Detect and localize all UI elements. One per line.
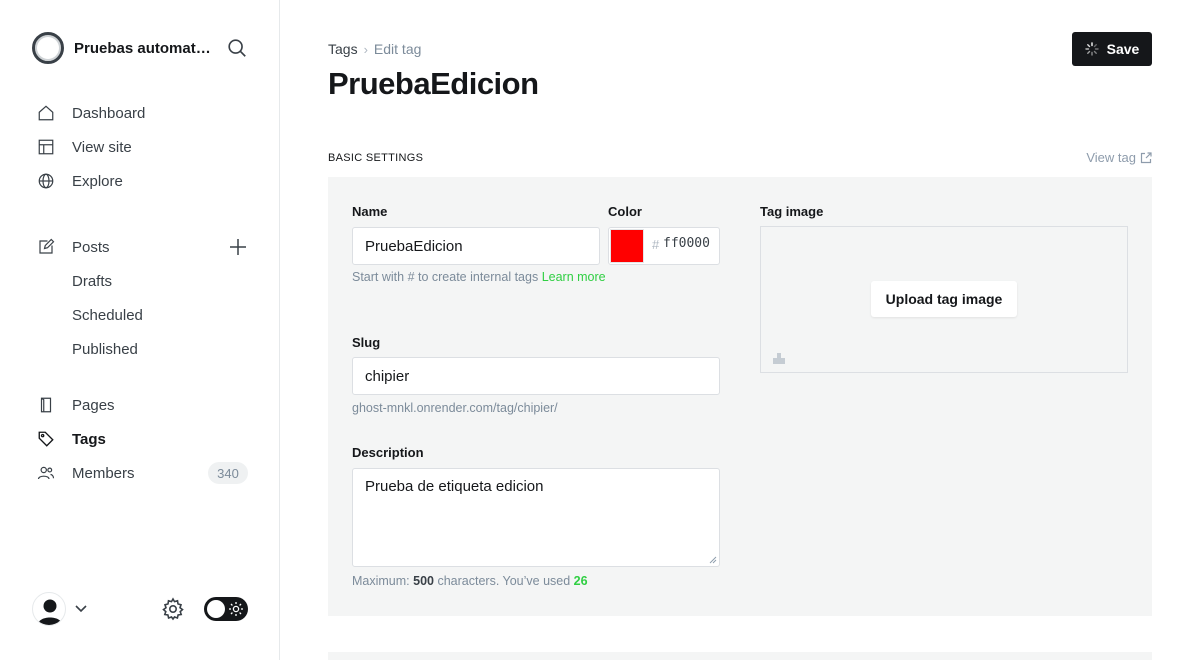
site-header: Pruebas automatizadas	[32, 32, 248, 64]
color-swatch[interactable]	[610, 229, 644, 263]
description-label: Description	[352, 445, 424, 460]
members-icon	[36, 463, 56, 483]
next-settings-panel	[328, 652, 1152, 660]
learn-more-link[interactable]: Learn more	[542, 270, 606, 284]
description-value: Prueba de etiqueta edicion	[365, 478, 544, 495]
color-value[interactable]: ff0000	[663, 236, 710, 251]
name-label: Name	[352, 204, 388, 219]
search-icon[interactable]	[226, 37, 248, 59]
resize-handle-icon[interactable]	[709, 556, 717, 564]
nav-item-scheduled[interactable]: Scheduled	[32, 298, 248, 332]
globe-icon	[36, 171, 56, 191]
tag-image-dropzone[interactable]: Upload tag image	[760, 226, 1128, 373]
gear-icon[interactable]	[161, 597, 185, 621]
color-hash: #	[652, 237, 660, 252]
tag-icon	[36, 429, 56, 449]
nav-label-dashboard: Dashboard	[72, 104, 146, 122]
breadcrumb-separator: ›	[363, 41, 368, 57]
nav-manage: Pages Tags Members 340	[32, 388, 248, 490]
external-link-icon	[1140, 151, 1152, 163]
slug-label: Slug	[352, 335, 381, 350]
toggle-knob	[207, 600, 225, 618]
breadcrumb: Tags › Edit tag	[328, 41, 421, 57]
page-icon	[36, 395, 56, 415]
nav-main: Dashboard View site Explore	[32, 96, 248, 198]
nav-content: Posts Drafts Scheduled Published	[32, 230, 248, 366]
breadcrumb-current: Edit tag	[373, 41, 422, 57]
layout-icon	[36, 137, 56, 157]
nav-item-members[interactable]: Members 340	[32, 456, 248, 490]
members-count-badge: 340	[208, 462, 248, 484]
nav-label-pages: Pages	[72, 396, 115, 414]
section-label: BASIC SETTINGS	[328, 152, 424, 164]
theme-toggle[interactable]	[204, 597, 248, 621]
upload-tag-image-button[interactable]: Upload tag image	[871, 281, 1017, 317]
name-help: Start with # to create internal tags Lea…	[352, 267, 612, 288]
slug-input[interactable]: chipier	[352, 357, 720, 395]
edit-icon	[36, 237, 56, 257]
desc-help-used: 26	[573, 574, 588, 588]
nav-label-explore: Explore	[72, 172, 123, 190]
nav-label-posts: Posts	[72, 238, 110, 256]
breadcrumb-tags-link[interactable]: Tags	[328, 41, 358, 57]
description-help: Maximum: 500 characters. You’ve used 26	[352, 571, 588, 592]
nav-label-scheduled: Scheduled	[72, 306, 143, 324]
view-tag-link[interactable]: View tag	[1086, 150, 1152, 165]
description-textarea[interactable]: Prueba de etiqueta edicion	[352, 468, 720, 567]
nav-item-pages[interactable]: Pages	[32, 388, 248, 422]
nav-item-dashboard[interactable]: Dashboard	[32, 96, 248, 130]
plus-icon[interactable]	[228, 237, 248, 257]
site-title[interactable]: Pruebas automatizadas	[74, 40, 212, 57]
basic-settings-panel: Name PruebaEdicion Start with # to creat…	[328, 177, 1152, 616]
slug-help: ghost-mnkl.onrender.com/tag/chipier/	[352, 401, 558, 415]
sidebar-footer	[32, 592, 248, 626]
view-tag-label: View tag	[1086, 150, 1136, 165]
save-button[interactable]: Save	[1072, 32, 1152, 66]
chevron-down-icon[interactable]	[74, 602, 88, 616]
desc-help-mid: characters. You’ve used	[433, 574, 574, 588]
nav-label-view-site: View site	[72, 138, 132, 156]
nav-item-posts[interactable]: Posts	[32, 230, 248, 264]
nav-label-members: Members	[72, 464, 135, 482]
name-help-text: Start with # to create internal tags	[352, 270, 542, 284]
nav-label-tags: Tags	[72, 430, 106, 448]
desc-help-pre: Maximum:	[352, 574, 414, 588]
site-logo[interactable]	[32, 32, 64, 64]
nav-item-tags[interactable]: Tags	[32, 422, 248, 456]
user-icon	[38, 599, 62, 625]
sidebar: Pruebas automatizadas Dashboard View sit…	[0, 0, 280, 660]
page-title: PruebaEdicion	[328, 66, 539, 101]
nav-item-drafts[interactable]: Drafts	[32, 264, 248, 298]
nav-item-published[interactable]: Published	[32, 332, 248, 366]
name-input[interactable]: PruebaEdicion	[352, 227, 600, 265]
tag-image-label: Tag image	[760, 204, 824, 219]
sun-icon	[229, 602, 243, 616]
nav-label-published: Published	[72, 340, 138, 358]
desc-help-max: 500	[413, 574, 434, 588]
nav-label-drafts: Drafts	[72, 272, 113, 290]
nav-item-view-site[interactable]: View site	[32, 130, 248, 164]
spinner-icon	[1084, 42, 1099, 56]
save-label: Save	[1106, 41, 1140, 57]
main-content: Tags › Edit tag PruebaEdicion Save BASIC…	[280, 0, 1200, 660]
image-upload-icon	[773, 353, 785, 364]
home-icon	[36, 103, 56, 123]
color-label: Color	[608, 204, 642, 219]
avatar[interactable]	[32, 592, 66, 626]
nav-item-explore[interactable]: Explore	[32, 164, 248, 198]
